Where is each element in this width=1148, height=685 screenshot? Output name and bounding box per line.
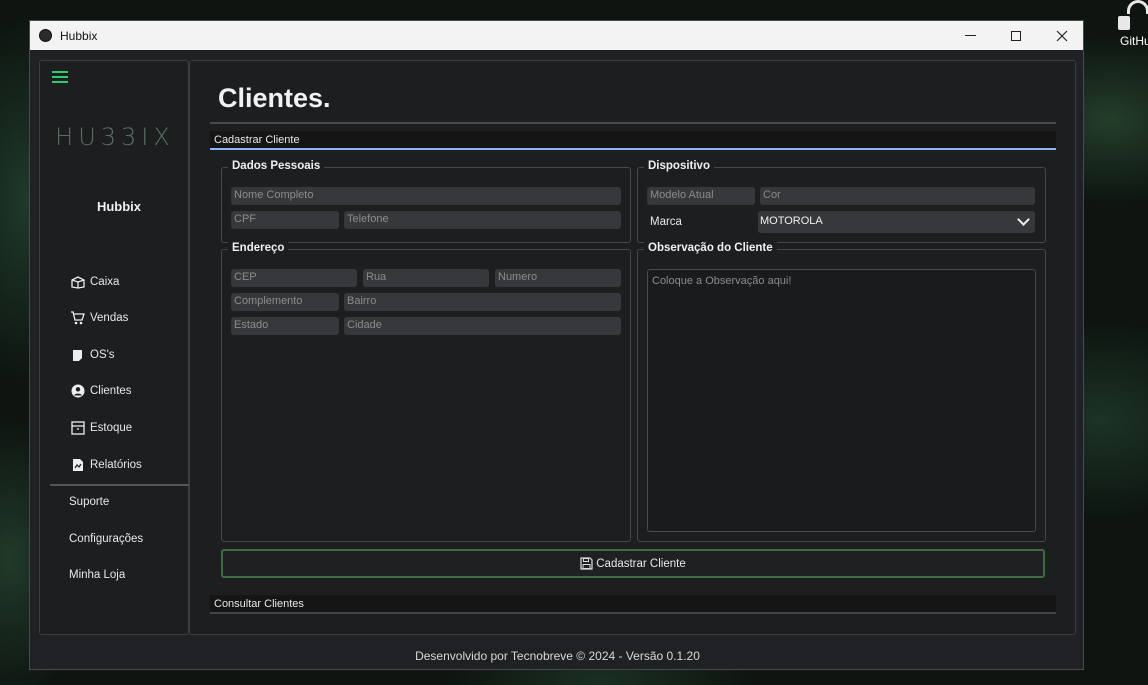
sidebar-item-label: Vendas xyxy=(90,312,129,324)
number-input[interactable]: Numero xyxy=(495,269,621,287)
consult-section-header[interactable]: Consultar Clientes xyxy=(210,595,1056,614)
sidebar: HU33IX Hubbix Caixa Vendas OS's Clientes… xyxy=(39,60,190,635)
sidebar-item-label: Suporte xyxy=(69,496,110,508)
github-icon xyxy=(1127,0,1148,14)
shortcut-file-icon xyxy=(1118,16,1130,30)
hubbix-logo: HU33IX xyxy=(55,123,175,151)
device-color-input[interactable]: Cor xyxy=(760,187,1035,205)
sidebar-item-label: Estoque xyxy=(90,422,133,434)
window-title: Hubbix xyxy=(60,28,98,43)
street-input[interactable]: Rua xyxy=(363,269,489,287)
sidebar-item-label: Configurações xyxy=(69,533,144,545)
sidebar-item-label: Caixa xyxy=(90,276,120,288)
page-title: Clientes. xyxy=(218,83,331,113)
address-group: Endereço CEP Rua Numero Complemento Bair… xyxy=(221,242,631,542)
maximize-button[interactable] xyxy=(993,21,1039,50)
personal-data-group: Dados Pessoais Nome Completo CPF Telefon… xyxy=(221,160,631,243)
user-circle-icon xyxy=(70,384,85,398)
title-divider xyxy=(210,122,1056,124)
cep-input[interactable]: CEP xyxy=(231,269,357,287)
button-label: Cadastrar Cliente xyxy=(596,557,686,570)
phone-input[interactable]: Telefone xyxy=(344,211,621,229)
app-icon xyxy=(39,29,52,42)
state-input[interactable]: Estado xyxy=(231,317,339,335)
document-icon xyxy=(70,348,85,362)
chevron-down-icon xyxy=(1017,213,1030,226)
group-title: Endereço xyxy=(228,242,289,254)
cpf-input[interactable]: CPF xyxy=(231,211,339,229)
sidebar-item-label: OS's xyxy=(90,349,115,361)
sidebar-item-os[interactable]: OS's xyxy=(70,348,115,362)
maximize-icon xyxy=(1011,30,1021,41)
sidebar-item-suporte[interactable]: Suporte xyxy=(69,496,109,508)
title-bar[interactable]: Hubbix xyxy=(30,21,1083,50)
brand-name: Hubbix xyxy=(96,199,142,214)
sidebar-item-label: Minha Loja xyxy=(69,569,126,581)
full-name-input[interactable]: Nome Completo xyxy=(231,187,621,205)
notes-textarea[interactable]: Coloque a Observação aqui! xyxy=(647,269,1036,532)
brand-select[interactable]: MOTOROLA xyxy=(758,211,1035,233)
group-title: Dispositivo xyxy=(644,160,714,172)
sidebar-item-caixa[interactable]: Caixa xyxy=(70,275,119,289)
group-title: Observação do Cliente xyxy=(644,242,777,254)
notes-group: Observação do Cliente Coloque a Observaç… xyxy=(637,242,1046,542)
sidebar-item-relatorios[interactable]: Relatórios xyxy=(70,458,142,472)
save-icon xyxy=(580,557,593,570)
github-desktop-shortcut[interactable]: GitHu xyxy=(1113,0,1148,52)
sidebar-item-label: Relatórios xyxy=(90,459,142,471)
report-icon xyxy=(70,458,85,472)
city-input[interactable]: Cidade xyxy=(344,317,621,335)
sidebar-item-estoque[interactable]: Estoque xyxy=(70,421,132,435)
district-input[interactable]: Bairro xyxy=(344,293,621,311)
cart-icon xyxy=(70,311,85,325)
sidebar-item-vendas[interactable]: Vendas xyxy=(70,311,128,325)
group-title: Dados Pessoais xyxy=(228,160,325,172)
close-button[interactable] xyxy=(1039,21,1083,50)
hamburger-menu-icon[interactable] xyxy=(52,71,68,83)
desktop-icon-label: GitHu xyxy=(1120,34,1148,48)
minimize-icon xyxy=(964,35,976,36)
app-window: Hubbix HU33IX Hubbix Caixa Vendas OS's C… xyxy=(29,20,1084,670)
sidebar-item-label: Clientes xyxy=(90,385,132,397)
box-icon xyxy=(70,421,85,435)
sidebar-item-configuracoes[interactable]: Configurações xyxy=(69,533,143,545)
brand-selected-value: MOTOROLA xyxy=(760,215,823,227)
footer-text: Desenvolvido por Tecnobreve © 2024 - Ver… xyxy=(415,649,700,663)
main-panel: Clientes. Cadastrar Cliente Dados Pessoa… xyxy=(189,60,1076,635)
sidebar-item-clientes[interactable]: Clientes xyxy=(70,384,132,398)
close-icon xyxy=(1056,30,1068,41)
brand-label: Marca xyxy=(650,216,682,228)
cash-box-icon xyxy=(70,275,85,289)
sidebar-item-minha-loja[interactable]: Minha Loja xyxy=(69,569,125,581)
complement-input[interactable]: Complemento xyxy=(231,293,339,311)
register-section-header[interactable]: Cadastrar Cliente xyxy=(210,131,1056,150)
minimize-button[interactable] xyxy=(947,21,993,50)
device-group: Dispositivo Modelo Atual Cor Marca MOTOR… xyxy=(637,160,1046,243)
register-client-button[interactable]: Cadastrar Cliente xyxy=(221,549,1045,578)
sidebar-divider xyxy=(50,484,190,486)
device-model-input[interactable]: Modelo Atual xyxy=(647,187,755,205)
